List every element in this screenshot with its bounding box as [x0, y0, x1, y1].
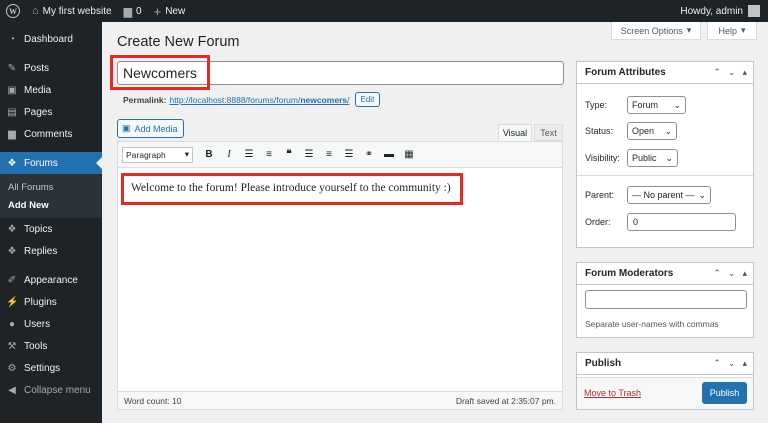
caret-down-icon: ▾: [184, 149, 189, 159]
wrench-icon: ⚒: [7, 340, 17, 352]
bold-icon[interactable]: B: [199, 146, 219, 164]
user-icon: ●: [8, 318, 16, 330]
collapse-menu-button[interactable]: ◀ Collapse menu: [0, 379, 102, 401]
sidebar-item-topics[interactable]: ❖ Topics: [0, 218, 102, 240]
editor-status-bar: Word count: 10 Draft saved at 2:35:07 pm…: [118, 391, 562, 409]
comments-link[interactable]: ▆ 0: [118, 0, 148, 22]
content-highlight-box: [121, 173, 463, 205]
caret-down-icon: ⌄: [698, 189, 706, 200]
visibility-select[interactable]: Public ⌄: [627, 149, 678, 167]
move-to-trash-link[interactable]: Move to Trash: [584, 388, 641, 398]
new-content-link[interactable]: + New: [148, 0, 192, 22]
sidebar-item-media[interactable]: ▣ Media: [0, 79, 102, 101]
sidebar-item-appearance[interactable]: ✐ Appearance: [0, 269, 102, 291]
move-down-icon[interactable]: ⌄: [728, 67, 736, 78]
format-select[interactable]: Paragraph ▾: [122, 146, 193, 163]
toggle-panel-icon[interactable]: ▴: [742, 67, 747, 78]
moderators-help-text: Separate user-names with commas: [585, 319, 719, 329]
account-menu[interactable]: Howdy, admin: [680, 5, 768, 17]
screen-options-button[interactable]: Screen Options ▾: [611, 22, 701, 40]
blockquote-icon[interactable]: ❝: [279, 146, 299, 164]
add-media-button[interactable]: ▣ Add Media: [117, 119, 184, 138]
move-up-icon[interactable]: ⌃: [713, 67, 721, 78]
wordpress-icon: W: [6, 4, 20, 18]
forum-moderators-box: Forum Moderators ⌃ ⌄ ▴ Separate user-nam…: [576, 262, 754, 338]
parent-select[interactable]: — No parent — ⌄: [627, 186, 711, 204]
caret-down-icon: ▾: [740, 25, 746, 35]
read-more-icon[interactable]: ▬: [379, 146, 399, 164]
media-icon: ▣: [122, 123, 131, 133]
home-icon: ⌂: [32, 5, 39, 17]
tab-text[interactable]: Text: [534, 124, 563, 141]
comment-icon: ▆: [8, 128, 16, 140]
order-input[interactable]: 0: [627, 213, 736, 231]
replies-icon: ❖: [7, 245, 17, 257]
site-name-link[interactable]: ⌂ My first website: [26, 0, 118, 22]
move-down-icon[interactable]: ⌄: [728, 268, 736, 279]
move-up-icon[interactable]: ⌃: [713, 268, 721, 279]
admin-bar: W ⌂ My first website ▆ 0 + New Howdy, ad…: [0, 0, 768, 22]
avatar: [748, 5, 760, 17]
brush-icon: ✐: [7, 274, 17, 286]
wp-logo-button[interactable]: W: [0, 0, 26, 22]
media-icon: ▣: [7, 84, 17, 96]
permalink-link[interactable]: http://localhost:8888/forums/forum/newco…: [169, 95, 349, 105]
numbered-list-icon[interactable]: ≡: [259, 146, 279, 164]
plugin-icon: ⚡: [6, 296, 19, 308]
submenu-all-forums[interactable]: All Forums: [0, 178, 102, 196]
sidebar-item-pages[interactable]: ▤ Pages: [0, 101, 102, 123]
sidebar-item-tools[interactable]: ⚒ Tools: [0, 335, 102, 357]
publish-box: Publish ⌃ ⌄ ▴ Move to Trash Publish: [576, 352, 754, 410]
forum-attributes-box: Forum Attributes ⌃ ⌄ ▴ Type: Forum ⌄ Stat…: [576, 61, 754, 248]
caret-down-icon: ⌄: [664, 125, 672, 136]
align-center-icon[interactable]: ≡: [319, 146, 339, 164]
type-select[interactable]: Forum ⌄: [627, 96, 686, 114]
collapse-icon: ◀: [8, 384, 16, 396]
pin-icon: ✎: [7, 62, 17, 74]
sidebar-item-users[interactable]: ● Users: [0, 313, 102, 335]
align-left-icon[interactable]: ☰: [299, 146, 319, 164]
submenu-add-new[interactable]: Add New: [0, 196, 102, 214]
move-up-icon[interactable]: ⌃: [713, 358, 721, 369]
sidebar-item-settings[interactable]: ⚙ Settings: [0, 357, 102, 379]
sidebar-item-comments[interactable]: ▆ Comments: [0, 123, 102, 145]
dashboard-icon: ◔: [8, 33, 16, 45]
edit-permalink-button[interactable]: Edit: [354, 92, 381, 107]
editor-toolbar: Paragraph ▾ B I ☰ ≡ ❝ ☰ ≡ ☰ ⚭ ▬ ▦: [118, 142, 562, 168]
toggle-panel-icon[interactable]: ▴: [742, 358, 747, 369]
plus-icon: +: [153, 3, 162, 19]
sidebar-item-plugins[interactable]: ⚡ Plugins: [0, 291, 102, 313]
sidebar-item-replies[interactable]: ❖ Replies: [0, 240, 102, 262]
topics-icon: ❖: [7, 223, 17, 235]
sidebar-item-posts[interactable]: ✎ Posts: [0, 57, 102, 79]
forums-submenu: All Forums Add New: [0, 174, 102, 218]
forums-icon: ❖: [7, 157, 17, 169]
word-count: Word count: 10: [124, 395, 182, 406]
sidebar-item-forums[interactable]: ❖ Forums: [0, 152, 102, 174]
caret-down-icon: ▾: [686, 25, 692, 35]
page-icon: ▤: [7, 106, 17, 118]
caret-down-icon: ⌄: [665, 152, 673, 163]
toggle-panel-icon[interactable]: ▴: [742, 268, 747, 279]
bulleted-list-icon[interactable]: ☰: [239, 146, 259, 164]
italic-icon[interactable]: I: [219, 146, 239, 164]
settings-icon: ⚙: [7, 362, 17, 374]
draft-saved-status: Draft saved at 2:35:07 pm.: [455, 395, 556, 406]
caret-down-icon: ⌄: [673, 99, 681, 110]
moderators-input[interactable]: [585, 290, 747, 309]
status-select[interactable]: Open ⌄: [627, 122, 677, 140]
admin-sidebar: ◔ Dashboard ✎ Posts ▣ Media ▤ Pages ▆ Comment…: [0, 22, 102, 423]
sidebar-item-dashboard[interactable]: ◔ Dashboard: [0, 28, 102, 50]
tab-visual[interactable]: Visual: [498, 124, 532, 141]
help-button[interactable]: Help ▾: [707, 22, 757, 40]
move-down-icon[interactable]: ⌄: [728, 358, 736, 369]
permalink-row: Permalink: http://localhost:8888/forums/…: [123, 92, 381, 107]
comment-icon: ▆: [123, 5, 133, 18]
align-right-icon[interactable]: ☰: [339, 146, 359, 164]
toolbar-toggle-icon[interactable]: ▦: [399, 146, 419, 164]
publish-button[interactable]: Publish: [702, 382, 747, 404]
title-highlight-box: [110, 55, 210, 90]
page-title: Create New Forum: [117, 34, 240, 50]
link-icon[interactable]: ⚭: [359, 146, 379, 164]
